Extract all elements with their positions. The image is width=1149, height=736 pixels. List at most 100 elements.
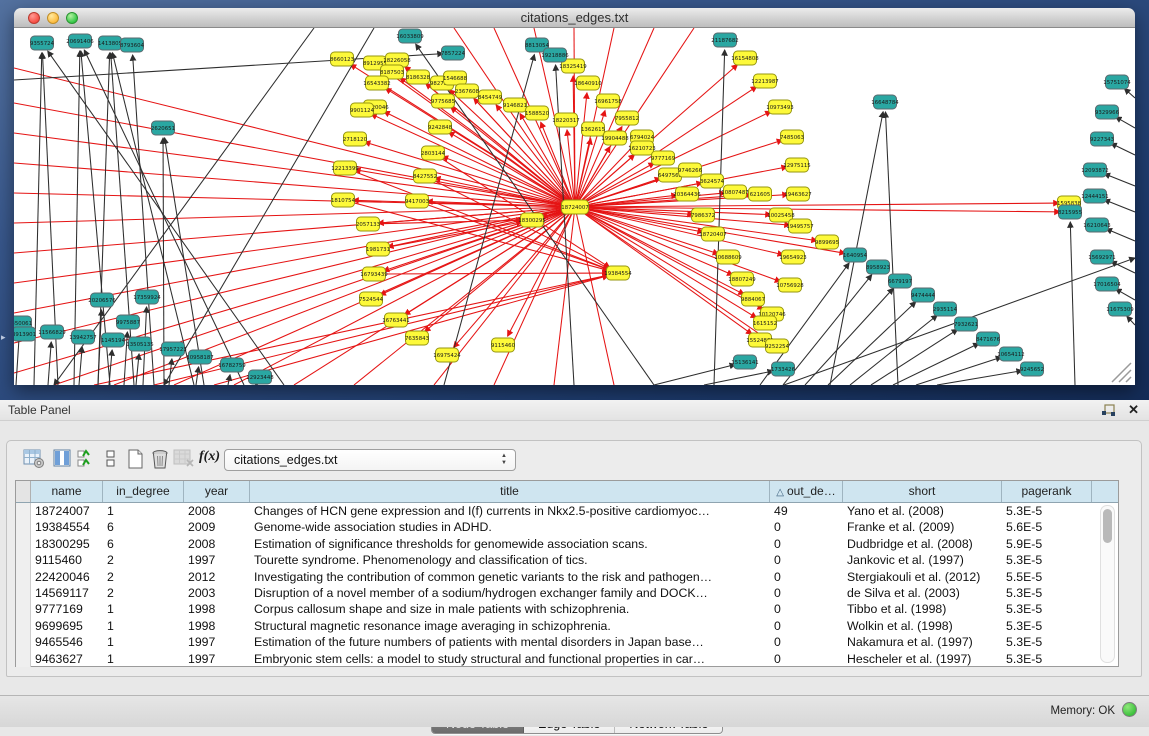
network-node[interactable]: 9777169	[651, 151, 676, 165]
network-node[interactable]: 9227343	[1090, 132, 1114, 146]
network-edge[interactable]	[1111, 143, 1135, 155]
table-cell[interactable]: 6	[103, 519, 184, 535]
table-cell[interactable]: 1997	[184, 651, 250, 667]
network-edge[interactable]	[196, 367, 199, 385]
table-cell[interactable]: 0	[770, 519, 843, 535]
network-edge[interactable]	[714, 50, 725, 385]
column-header-in-degree[interactable]: in_degree	[103, 481, 184, 502]
network-node[interactable]: 12093872	[1081, 163, 1108, 177]
column-header-out-degree[interactable]: △out_de…	[770, 481, 843, 502]
network-node[interactable]: 13505135	[126, 337, 153, 351]
network-node[interactable]: 8793604	[120, 38, 145, 52]
table-cell[interactable]: 9115460	[31, 552, 103, 568]
network-node[interactable]: 17016504	[1093, 277, 1121, 291]
table-cell[interactable]: 2012	[184, 569, 250, 585]
network-node[interactable]: 1981731	[366, 242, 390, 256]
network-edge[interactable]	[575, 139, 591, 207]
network-node[interactable]: 18720407	[699, 227, 726, 241]
table-cell[interactable]: 1	[103, 601, 184, 617]
network-node[interactable]: 19904488	[601, 131, 629, 145]
network-edge[interactable]	[228, 375, 230, 385]
network-node[interactable]: 9245652	[1020, 362, 1044, 376]
network-node[interactable]: 9975887	[116, 315, 140, 329]
network-node[interactable]: 8454749	[478, 90, 503, 104]
network-node[interactable]: 8471676	[976, 332, 1001, 346]
table-row[interactable]: 1872400712008Changes of HCN gene express…	[16, 503, 1118, 519]
network-graph[interactable]: 1872400786601238912955182260588187503165…	[14, 28, 1135, 385]
table-cell[interactable]: Hescheler et al. (1997)	[843, 651, 1002, 667]
table-cell[interactable]: 0	[770, 552, 843, 568]
network-node[interactable]: 12975115	[783, 158, 810, 172]
network-node[interactable]: 9115460	[491, 338, 516, 352]
table-cell[interactable]: 1997	[184, 634, 250, 650]
network-node[interactable]: 621605	[749, 187, 772, 201]
table-cell[interactable]: 1	[103, 634, 184, 650]
table-cell[interactable]: Estimation of significance thresholds fo…	[250, 536, 770, 552]
table-row[interactable]: 2242004622012Investigating the contribut…	[16, 569, 1118, 585]
table-cell[interactable]: 9463627	[31, 651, 103, 667]
table-scrollbar-thumb[interactable]	[1103, 509, 1112, 543]
column-header-short[interactable]: short	[843, 481, 1002, 502]
canvas-resize-grip[interactable]	[1112, 363, 1131, 382]
column-header-year[interactable]: year	[184, 481, 250, 502]
network-node[interactable]: 16543382	[363, 76, 390, 90]
network-node[interactable]: 17957223	[159, 342, 186, 356]
network-node[interactable]: 20364436	[673, 187, 701, 201]
network-node[interactable]: 18220317	[552, 113, 579, 127]
network-node[interactable]: 8958923	[866, 260, 890, 274]
network-node[interactable]: 2367608	[455, 84, 480, 98]
table-cell[interactable]: 5.3E-5	[1002, 618, 1092, 634]
network-node[interactable]: 2718120	[343, 132, 368, 146]
table-cell[interactable]: Structural magnetic resonance image aver…	[250, 618, 770, 634]
network-edge[interactable]	[1116, 289, 1135, 300]
network-node[interactable]: 7955812	[615, 111, 639, 125]
network-node[interactable]: 9884067	[741, 292, 765, 306]
network-edge[interactable]	[575, 207, 752, 334]
network-node[interactable]: 12444151	[1081, 189, 1108, 203]
float-panel-icon[interactable]	[1101, 404, 1116, 417]
network-node[interactable]: 1145194	[101, 333, 126, 347]
table-cell[interactable]: Investigating the contribution of common…	[250, 569, 770, 585]
network-node[interactable]: 8186328	[406, 70, 431, 84]
network-edge[interactable]	[136, 354, 139, 385]
network-node[interactable]: 16793439	[360, 267, 388, 281]
network-node[interactable]: 18724007	[561, 200, 588, 214]
network-node[interactable]: 1413805	[98, 36, 122, 50]
table-cell[interactable]: Changes of HCN gene expression and I(f) …	[250, 503, 770, 519]
new-table-icon[interactable]	[127, 449, 145, 470]
table-cell[interactable]: 1	[103, 503, 184, 519]
network-node[interactable]: 11675309	[1106, 302, 1134, 316]
table-cell[interactable]: Dudbridge et al. (2008)	[843, 536, 1002, 552]
merge-rows-icon[interactable]	[105, 449, 117, 469]
network-node[interactable]: 16154808	[731, 51, 759, 65]
network-node[interactable]: 12213987	[751, 74, 778, 88]
table-cell[interactable]: Yano et al. (2008)	[843, 503, 1002, 519]
network-node[interactable]: 9355724	[30, 36, 55, 50]
network-node[interactable]: 9474444	[911, 288, 936, 302]
network-node[interactable]: 6679197	[888, 274, 912, 288]
network-node[interactable]: 12923448	[246, 370, 274, 384]
close-window-icon[interactable]	[28, 12, 40, 24]
network-edge[interactable]	[575, 207, 614, 385]
table-cell[interactable]: 9699695	[31, 618, 103, 634]
network-node[interactable]: 16763441	[382, 313, 409, 327]
table-settings-icon[interactable]	[23, 449, 45, 469]
network-node[interactable]: 12213399	[331, 161, 359, 175]
table-cell[interactable]: 5.3E-5	[1002, 651, 1092, 667]
close-panel-icon[interactable]: ✕	[1128, 403, 1139, 417]
network-node[interactable]: 8215955	[1058, 205, 1082, 219]
network-node[interactable]: 1546688	[443, 71, 468, 85]
table-cell[interactable]: 49	[770, 503, 843, 519]
table-row[interactable]: 1938455462009Genome-wide association stu…	[16, 519, 1118, 535]
table-cell[interactable]: 0	[770, 634, 843, 650]
network-node[interactable]: 10958187	[186, 350, 213, 364]
network-node[interactable]: 15751074	[1103, 75, 1131, 89]
network-node[interactable]: 7857224	[441, 46, 466, 60]
network-node[interactable]: 20206576	[88, 293, 116, 307]
network-node[interactable]: 7635843	[405, 331, 429, 345]
table-cell[interactable]: 0	[770, 569, 843, 585]
network-node[interactable]: 18300295	[518, 213, 545, 227]
network-node[interactable]: 1810754	[331, 193, 356, 207]
network-node[interactable]: 21187682	[711, 33, 738, 47]
table-row[interactable]: 911546021997Tourette syndrome. Phenomeno…	[16, 552, 1118, 568]
